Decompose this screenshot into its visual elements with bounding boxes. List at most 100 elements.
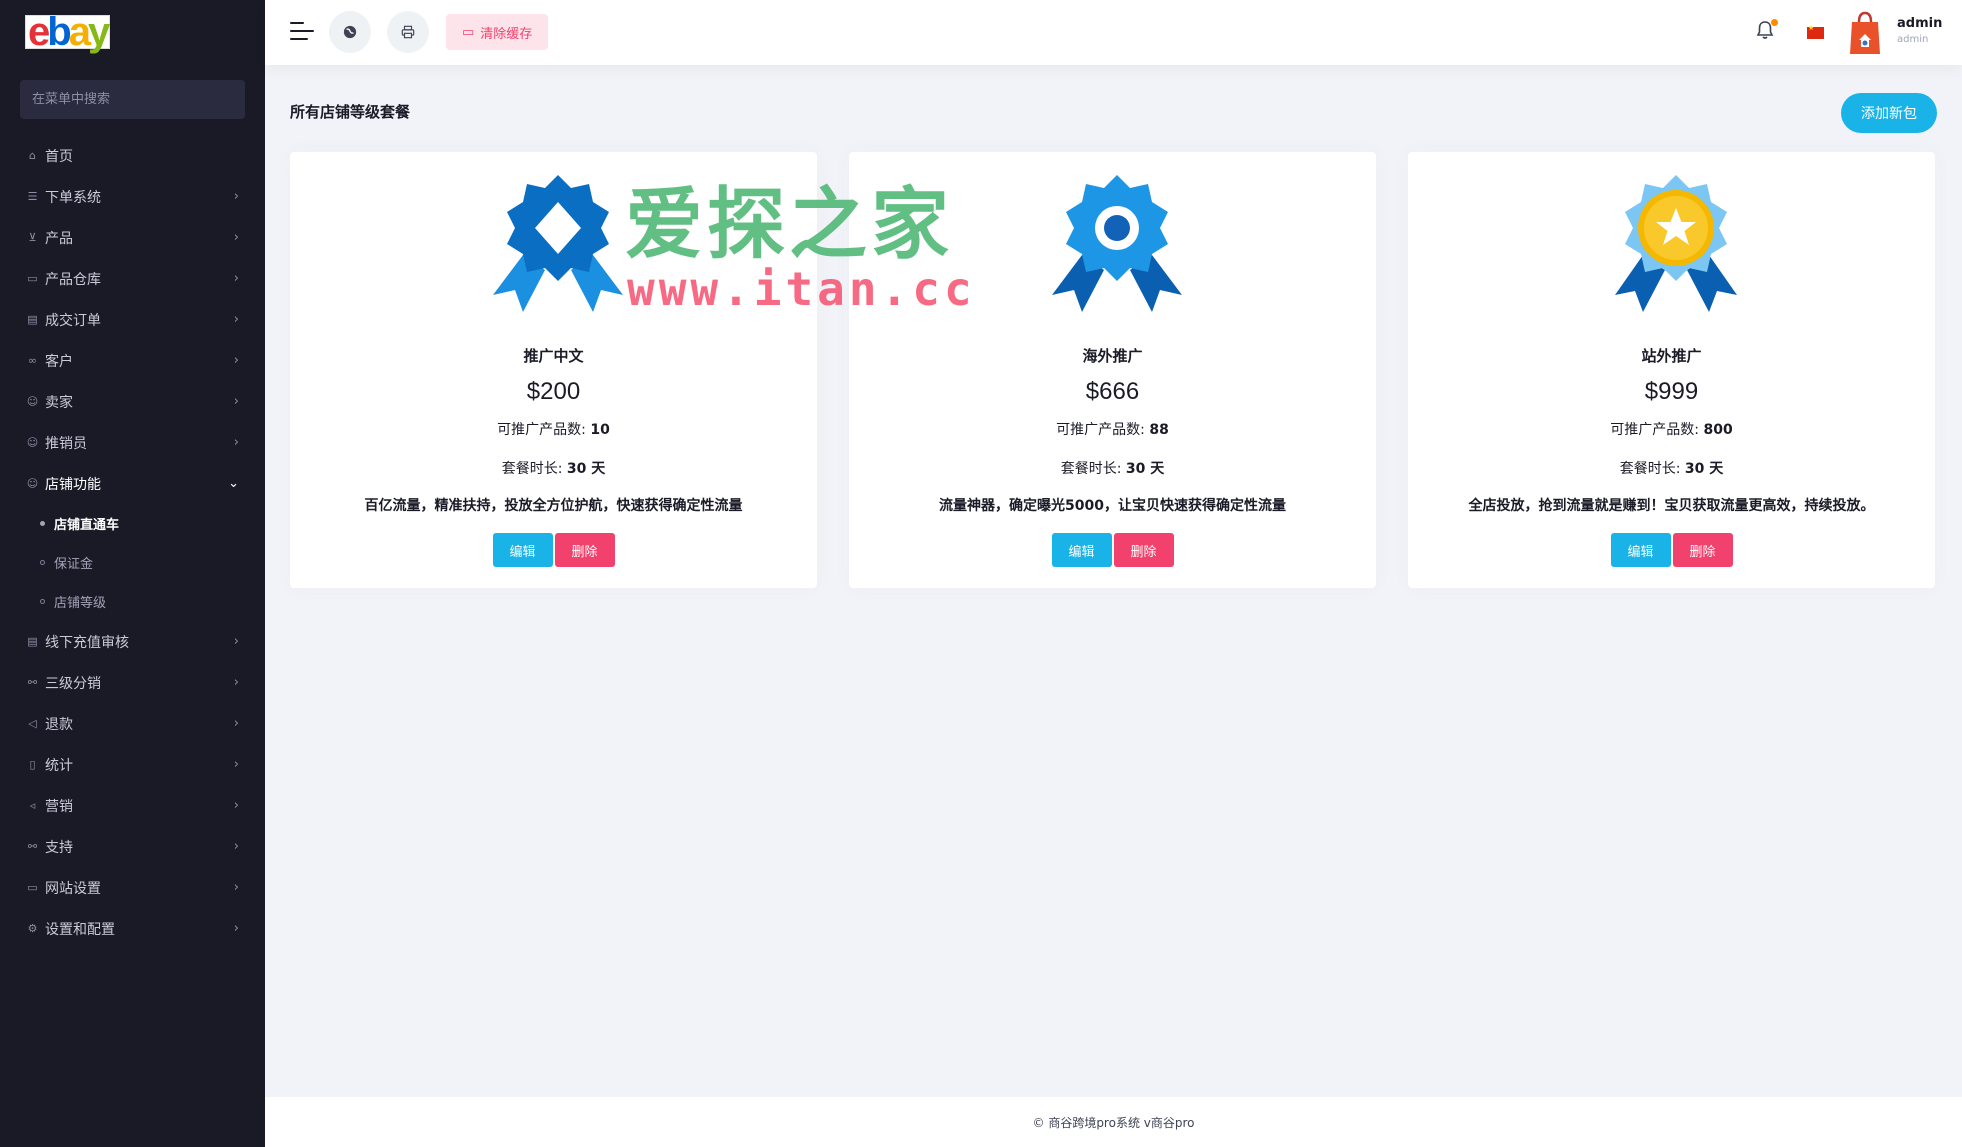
sidebar-item-label: 店铺功能 (45, 476, 101, 493)
duration-label: 套餐时长: (501, 461, 563, 477)
delete-button[interactable]: 删除 (554, 533, 615, 567)
sidebar-item-orders-system[interactable]: ☰ 下单系统 › (0, 176, 265, 217)
duration-value: 30 天 (1125, 461, 1165, 477)
sidebar-menu: ⌂ 首页 ☰ 下单系统 › ⊻ 产品 › ▭ 产品仓库 › ▤ 成交订单 › ∞ 客户 › ☺ 卖家 › … (0, 135, 265, 949)
sidebar-item-customers[interactable]: ∞ 客户 › (0, 340, 265, 381)
megaphone-icon: ◃ (29, 799, 36, 812)
package-name: 推广中文 (523, 347, 584, 365)
sidebar-item-sellers[interactable]: ☺ 卖家 › (0, 381, 265, 422)
chevron-right-icon: › (233, 189, 239, 204)
chevron-right-icon: › (233, 798, 239, 813)
package-price: $200 (526, 378, 581, 405)
sidebar-item-website-settings[interactable]: ▭ 网站设置 › (0, 867, 265, 908)
footer-text: © 商谷跨境pro系统 v商谷pro (1032, 1115, 1195, 1130)
cart-icon: ⊻ (28, 231, 37, 244)
submenu-item-label: 店铺直通车 (54, 518, 120, 533)
products-value: 88 (1149, 422, 1169, 438)
avatar[interactable] (1849, 10, 1881, 56)
ebay-logo: ebay (25, 12, 110, 52)
package-duration: 套餐时长: 30 天 (849, 458, 1376, 478)
sidebar-item-label: 成交订单 (45, 312, 101, 329)
menu-toggle-icon[interactable] (290, 22, 315, 42)
users-icon: ∞ (27, 354, 38, 367)
products-label: 可推广产品数: (1610, 422, 1700, 438)
delete-button[interactable]: 删除 (1113, 533, 1174, 567)
chevron-right-icon: › (233, 394, 239, 409)
chevron-right-icon: › (233, 921, 239, 936)
duration-label: 套餐时长: (1060, 461, 1122, 477)
chevron-right-icon: › (233, 880, 239, 895)
monitor-icon: ▭ (27, 881, 38, 894)
submenu-item-deposit[interactable]: 保证金 (0, 543, 265, 582)
user-name[interactable]: admin (1897, 16, 1942, 31)
gear-icon: ⚙ (27, 922, 38, 935)
sidebar-item-label: 支持 (45, 839, 73, 856)
globe-button[interactable] (329, 11, 371, 53)
sidebar-item-refunds[interactable]: ◁ 退款 › (0, 703, 265, 744)
chevron-right-icon: › (233, 353, 239, 368)
sidebar-item-marketing[interactable]: ◃ 营销 › (0, 785, 265, 826)
sidebar-item-label: 线下充值审核 (45, 634, 129, 651)
rewind-icon: ◁ (28, 717, 37, 730)
user-icon: ☺ (26, 395, 39, 408)
sidebar-item-label: 首页 (45, 148, 73, 165)
sidebar-item-home[interactable]: ⌂ 首页 (0, 135, 265, 176)
logo[interactable]: ebay (0, 0, 265, 65)
sidebar-item-products[interactable]: ⊻ 产品 › (0, 217, 265, 258)
sidebar-item-store-features[interactable]: ☺ 店铺功能 ⌄ (0, 463, 265, 504)
sidebar-item-salesmen[interactable]: ☺ 推销员 › (0, 422, 265, 463)
package-name: 海外推广 (1082, 347, 1143, 365)
products-value: 10 (590, 422, 610, 438)
submenu-item-store-express[interactable]: 店铺直通车 (0, 504, 265, 543)
menu-search-input[interactable] (20, 80, 245, 119)
duration-value: 30 天 (566, 461, 606, 477)
add-package-button[interactable]: 添加新包 (1841, 93, 1937, 133)
printer-icon (401, 25, 415, 39)
package-price: $666 (1085, 378, 1140, 405)
chevron-right-icon: › (233, 675, 239, 690)
chevron-right-icon: › (233, 230, 239, 245)
user-icon: ☺ (26, 436, 39, 449)
duration-label: 套餐时长: (1619, 461, 1681, 477)
sidebar-item-offline-recharge[interactable]: ▤ 线下充值审核 › (0, 621, 265, 662)
card-actions: 编辑 删除 (1408, 533, 1935, 567)
sidebar-item-label: 退款 (45, 716, 73, 733)
clear-cache-button[interactable]: ▭ 清除缓存 (446, 14, 549, 50)
page-title: 所有店铺等级套餐 (290, 103, 411, 121)
sidebar-item-deals[interactable]: ▤ 成交订单 › (0, 299, 265, 340)
package-description: 全店投放，抢到流量就是赚到！宝贝获取流量更高效，持续投放。 (1468, 498, 1875, 514)
sidebar-item-support[interactable]: ⚯ 支持 › (0, 826, 265, 867)
file-icon: ▯ (29, 758, 36, 771)
edit-button[interactable]: 编辑 (1051, 533, 1112, 567)
circle-rosette-badge-icon (1052, 175, 1182, 312)
sidebar-item-label: 下单系统 (45, 189, 101, 206)
diamond-rosette-badge-icon (493, 175, 623, 312)
print-button[interactable] (387, 11, 429, 53)
sidebar-item-label: 推销员 (45, 435, 87, 452)
edit-button[interactable]: 编辑 (492, 533, 553, 567)
sidebar-item-statistics[interactable]: ▯ 统计 › (0, 744, 265, 785)
home-icon: ⌂ (29, 149, 36, 162)
sidebar-item-label: 网站设置 (45, 880, 101, 897)
chevron-right-icon: › (233, 757, 239, 772)
delete-button[interactable]: 删除 (1672, 533, 1733, 567)
edit-button[interactable]: 编辑 (1610, 533, 1671, 567)
package-card: 站外推广 $999 可推广产品数: 800 套餐时长: 30 天 全店投放，抢到… (1408, 152, 1935, 588)
footer: © 商谷跨境pro系统 v商谷pro (265, 1097, 1962, 1147)
package-description: 百亿流量，精准扶持，投放全方位护航，快速获得确定性流量 (364, 498, 743, 514)
link-icon: ⚯ (27, 840, 38, 853)
package-duration: 套餐时长: 30 天 (1408, 458, 1935, 478)
products-label: 可推广产品数: (1056, 422, 1145, 438)
globe-icon (343, 25, 357, 39)
sidebar-item-label: 统计 (45, 757, 73, 774)
cn-flag-icon[interactable] (1807, 24, 1824, 39)
sidebar-item-warehouse[interactable]: ▭ 产品仓库 › (0, 258, 265, 299)
products-value: 800 (1703, 422, 1733, 438)
sidebar-item-settings-config[interactable]: ⚙ 设置和配置 › (0, 908, 265, 949)
sidebar-item-distribution[interactable]: ⚯ 三级分销 › (0, 662, 265, 703)
user-role: admin (1897, 34, 1929, 45)
package-products: 可推广产品数: 88 (849, 419, 1376, 439)
submenu-item-store-level[interactable]: 店铺等级 (0, 582, 265, 621)
package-price: $999 (1644, 378, 1699, 405)
notification-dot (1771, 19, 1778, 26)
